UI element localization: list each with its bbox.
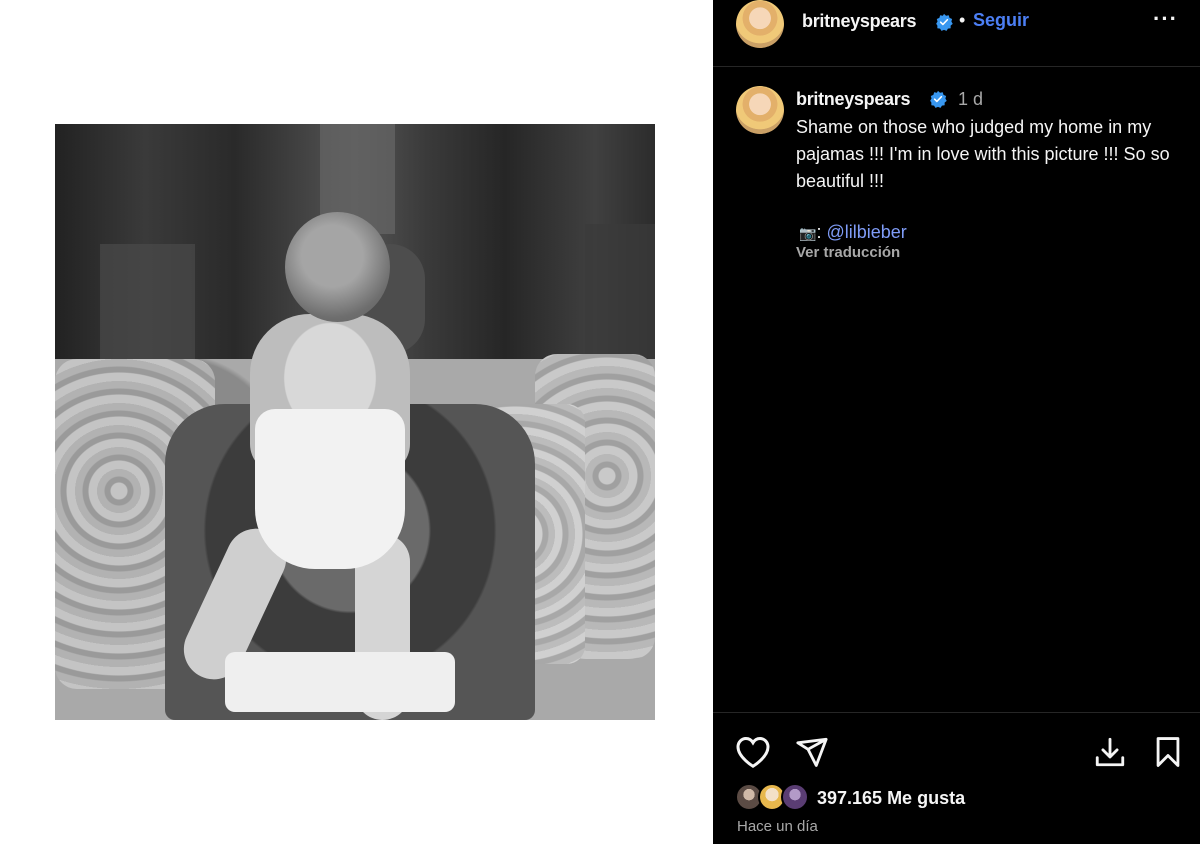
photo-plank bbox=[585, 224, 655, 364]
photo-credit: 📷: @lilbieber bbox=[799, 222, 907, 243]
credit-separator: : bbox=[816, 222, 822, 242]
heart-icon[interactable] bbox=[735, 735, 771, 769]
more-options-icon[interactable]: ··· bbox=[1153, 6, 1178, 32]
post-photo[interactable] bbox=[55, 124, 655, 720]
follow-button[interactable]: Seguir bbox=[973, 10, 1029, 31]
author-avatar[interactable] bbox=[736, 0, 784, 48]
bookmark-icon[interactable] bbox=[1151, 735, 1185, 769]
likes-count[interactable]: 397.165 Me gusta bbox=[817, 788, 965, 809]
author-username[interactable]: britneyspears bbox=[802, 11, 916, 32]
verified-badge-icon bbox=[936, 13, 953, 31]
send-icon[interactable] bbox=[795, 735, 829, 769]
post-panel: britneyspears • Seguir ··· britneyspears… bbox=[713, 0, 1200, 844]
posted-ago[interactable]: Hace un día bbox=[737, 818, 818, 835]
caption-avatar[interactable] bbox=[736, 86, 784, 134]
post-header: britneyspears • Seguir ··· bbox=[713, 0, 1200, 67]
media-area bbox=[0, 0, 713, 844]
actions-bar: 397.165 Me gusta Hace un día bbox=[713, 712, 1200, 844]
liker-avatar bbox=[781, 783, 809, 811]
photo-baby-head bbox=[285, 212, 390, 322]
see-translation-link[interactable]: Ver traducción bbox=[796, 244, 900, 261]
mention-link[interactable]: @lilbieber bbox=[826, 222, 906, 242]
separator-dot: • bbox=[959, 10, 966, 30]
post-time[interactable]: 1 d bbox=[958, 89, 983, 110]
photo-plank bbox=[100, 244, 195, 364]
photo-shorts bbox=[225, 652, 455, 712]
camera-icon: 📷 bbox=[799, 225, 817, 241]
caption-username[interactable]: britneyspears bbox=[796, 89, 910, 110]
download-icon[interactable] bbox=[1093, 735, 1127, 769]
verified-badge-icon bbox=[930, 90, 947, 108]
photo-diaper bbox=[255, 409, 405, 569]
caption-text: Shame on those who judged my home in my … bbox=[796, 117, 1170, 191]
